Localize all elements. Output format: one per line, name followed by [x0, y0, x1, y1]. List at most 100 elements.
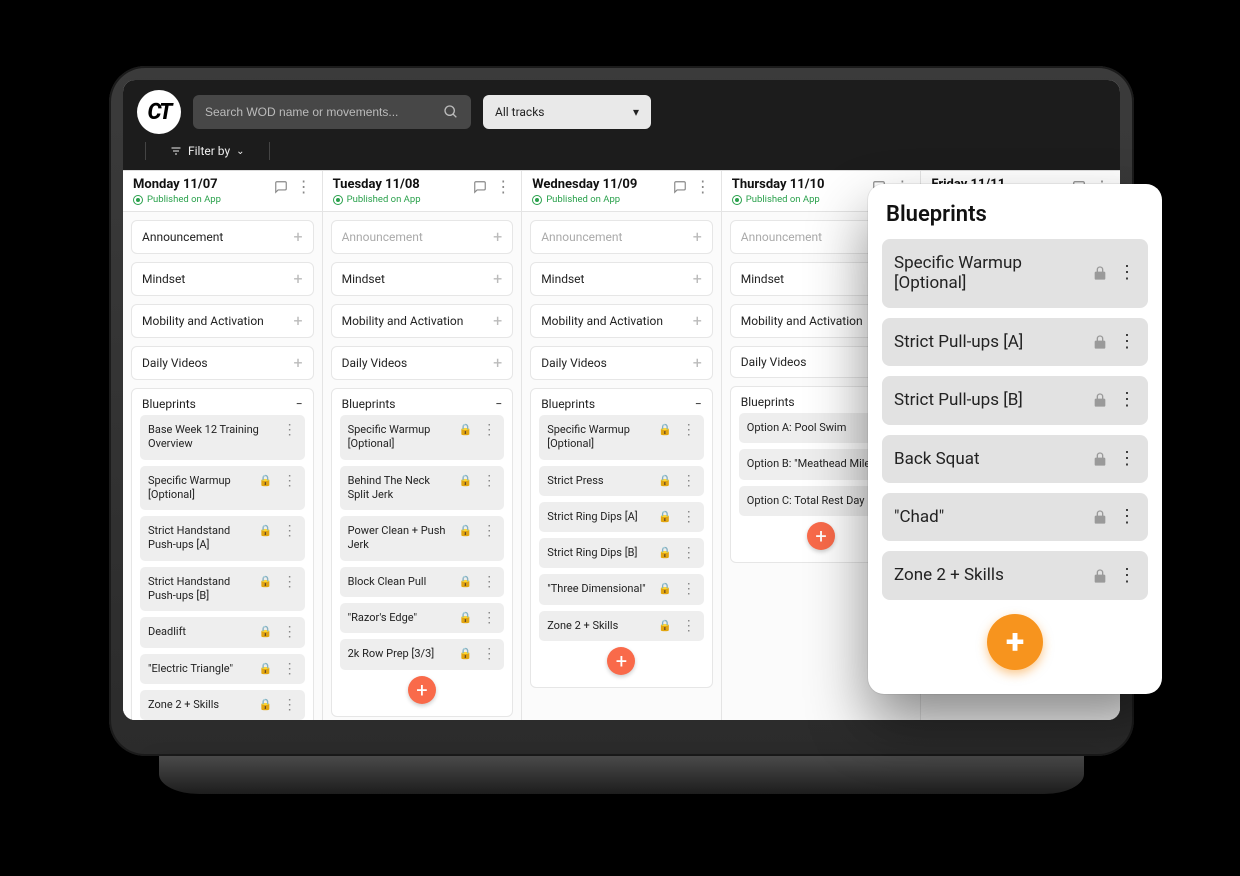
blueprint-card[interactable]: Strict Handstand Push-ups [B]🔒⋮ — [140, 567, 305, 612]
plus-icon[interactable]: + — [693, 313, 702, 329]
section-mindset[interactable]: Mindset+ — [131, 262, 314, 296]
plus-icon[interactable]: + — [493, 271, 502, 287]
section-daily-videos[interactable]: Daily Videos+ — [131, 346, 314, 380]
filter-bar: Filter by ⌄ — [123, 134, 1120, 170]
plus-icon[interactable]: + — [493, 229, 502, 245]
blueprint-card[interactable]: Specific Warmup [Optional]🔒⋮ — [340, 415, 505, 460]
more-icon[interactable]: ⋮ — [478, 575, 496, 589]
comment-icon[interactable] — [473, 180, 487, 194]
more-icon[interactable]: ⋮ — [678, 510, 696, 524]
blueprint-card[interactable]: Specific Warmup [Optional]🔒⋮ — [539, 415, 704, 460]
search-field[interactable] — [193, 95, 471, 129]
chevron-down-icon: ⌄ — [236, 146, 244, 157]
add-blueprint-button[interactable]: + — [807, 522, 835, 550]
section-daily-videos[interactable]: Daily Videos+ — [530, 346, 713, 380]
blueprint-card[interactable]: Strict Press🔒⋮ — [539, 466, 704, 496]
panel-add-button[interactable]: + — [987, 614, 1043, 670]
blueprint-card[interactable]: Zone 2 + Skills🔒⋮ — [140, 690, 305, 720]
more-icon[interactable]: ⋮ — [478, 524, 496, 538]
section-announcement[interactable]: Announcement+ — [131, 220, 314, 254]
section-announcement[interactable]: Announcement+ — [530, 220, 713, 254]
add-blueprint-button[interactable]: + — [408, 676, 436, 704]
more-icon[interactable]: ⋮ — [279, 698, 297, 712]
more-icon[interactable]: ⋮ — [478, 423, 496, 437]
blueprint-card[interactable]: Behind The Neck Split Jerk🔒⋮ — [340, 466, 505, 511]
more-icon[interactable]: ⋮ — [279, 575, 297, 589]
panel-blueprint-card[interactable]: Back Squat⋮ — [882, 435, 1148, 483]
plus-icon[interactable]: + — [493, 355, 502, 371]
section-mobility[interactable]: Mobility and Activation + — [331, 304, 514, 338]
more-icon[interactable]: ⋮ — [279, 662, 297, 676]
blueprint-card[interactable]: 2k Row Prep [3/3]🔒⋮ — [340, 639, 505, 669]
search-input[interactable] — [205, 105, 443, 119]
card-label: Block Clean Pull — [348, 575, 453, 589]
panel-blueprint-card[interactable]: Zone 2 + Skills⋮ — [882, 551, 1148, 599]
more-icon[interactable]: ⋮ — [695, 177, 711, 196]
plus-icon[interactable]: + — [294, 271, 303, 287]
tracks-dropdown[interactable]: All tracks ▾ — [483, 95, 651, 129]
plus-icon[interactable]: + — [294, 355, 303, 371]
blueprint-card[interactable]: Power Clean + Push Jerk🔒⋮ — [340, 516, 505, 561]
card-label: Option A: Pool Swim — [747, 421, 876, 435]
section-announcement[interactable]: Announcement + — [331, 220, 514, 254]
filter-button[interactable]: Filter by ⌄ — [160, 140, 255, 162]
more-icon[interactable]: ⋮ — [1118, 391, 1136, 409]
more-icon[interactable]: ⋮ — [279, 474, 297, 488]
panel-blueprint-card[interactable]: Specific Warmup [Optional]⋮ — [882, 239, 1148, 308]
more-icon[interactable]: ⋮ — [495, 177, 511, 196]
more-icon[interactable]: ⋮ — [1118, 508, 1136, 526]
more-icon[interactable]: ⋮ — [478, 611, 496, 625]
more-icon[interactable]: ⋮ — [279, 524, 297, 538]
more-icon[interactable]: ⋮ — [678, 474, 696, 488]
section-mobility[interactable]: Mobility and Activation+ — [530, 304, 713, 338]
plus-icon[interactable]: + — [294, 313, 303, 329]
plus-icon[interactable]: + — [693, 355, 702, 371]
more-icon[interactable]: ⋮ — [279, 625, 297, 639]
comment-icon[interactable] — [274, 180, 288, 194]
more-icon[interactable]: ⋮ — [279, 423, 297, 437]
blueprint-card[interactable]: Zone 2 + Skills🔒⋮ — [539, 611, 704, 641]
more-icon[interactable]: ⋮ — [296, 177, 312, 196]
more-icon[interactable]: ⋮ — [1118, 567, 1136, 585]
section-mindset[interactable]: Mindset+ — [331, 262, 514, 296]
section-mindset[interactable]: Mindset+ — [530, 262, 713, 296]
plus-icon[interactable]: + — [693, 271, 702, 287]
section-mobility[interactable]: Mobility and Activation+ — [131, 304, 314, 338]
more-icon[interactable]: ⋮ — [678, 546, 696, 560]
plus-icon[interactable]: + — [493, 313, 502, 329]
blueprint-card[interactable]: Deadlift🔒⋮ — [140, 617, 305, 647]
blueprint-card[interactable]: Strict Handstand Push-ups [A]🔒⋮ — [140, 516, 305, 561]
more-icon[interactable]: ⋮ — [1118, 333, 1136, 351]
panel-blueprint-card[interactable]: Strict Pull-ups [A]⋮ — [882, 318, 1148, 366]
more-icon[interactable]: ⋮ — [678, 619, 696, 633]
comment-icon[interactable] — [673, 180, 687, 194]
more-icon[interactable]: ⋮ — [678, 423, 696, 437]
section-label: Announcement — [342, 230, 423, 244]
more-icon[interactable]: ⋮ — [1118, 450, 1136, 468]
minus-icon[interactable]: − — [495, 397, 502, 411]
blueprint-card[interactable]: Strict Ring Dips [B]🔒⋮ — [539, 538, 704, 568]
minus-icon[interactable]: − — [695, 397, 702, 411]
blueprint-card[interactable]: Base Week 12 Training Overview⋮ — [140, 415, 305, 460]
lock-icon: 🔒 — [658, 619, 672, 632]
blueprint-card[interactable]: Block Clean Pull🔒⋮ — [340, 567, 505, 597]
blueprint-card[interactable]: "Razor's Edge"🔒⋮ — [340, 603, 505, 633]
day-column: Wednesday 11/09 Published on App ⋮ Annou… — [522, 171, 722, 720]
more-icon[interactable]: ⋮ — [478, 474, 496, 488]
more-icon[interactable]: ⋮ — [678, 582, 696, 596]
blueprint-card[interactable]: "Three Dimensional"🔒⋮ — [539, 574, 704, 604]
section-daily-videos[interactable]: Daily Videos+ — [331, 346, 514, 380]
minus-icon[interactable]: − — [296, 397, 303, 411]
blueprint-card[interactable]: Strict Ring Dips [A]🔒⋮ — [539, 502, 704, 532]
panel-blueprint-card[interactable]: Strict Pull-ups [B]⋮ — [882, 376, 1148, 424]
more-icon[interactable]: ⋮ — [478, 647, 496, 661]
blueprint-card[interactable]: "Electric Triangle"🔒⋮ — [140, 654, 305, 684]
plus-icon[interactable]: + — [294, 229, 303, 245]
blueprint-card[interactable]: Specific Warmup [Optional]🔒⋮ — [140, 466, 305, 511]
add-blueprint-button[interactable]: + — [607, 647, 635, 675]
section-label: Mobility and Activation — [342, 314, 464, 328]
status-dot-icon — [133, 195, 143, 205]
panel-blueprint-card[interactable]: "Chad"⋮ — [882, 493, 1148, 541]
more-icon[interactable]: ⋮ — [1118, 264, 1136, 282]
plus-icon[interactable]: + — [693, 229, 702, 245]
